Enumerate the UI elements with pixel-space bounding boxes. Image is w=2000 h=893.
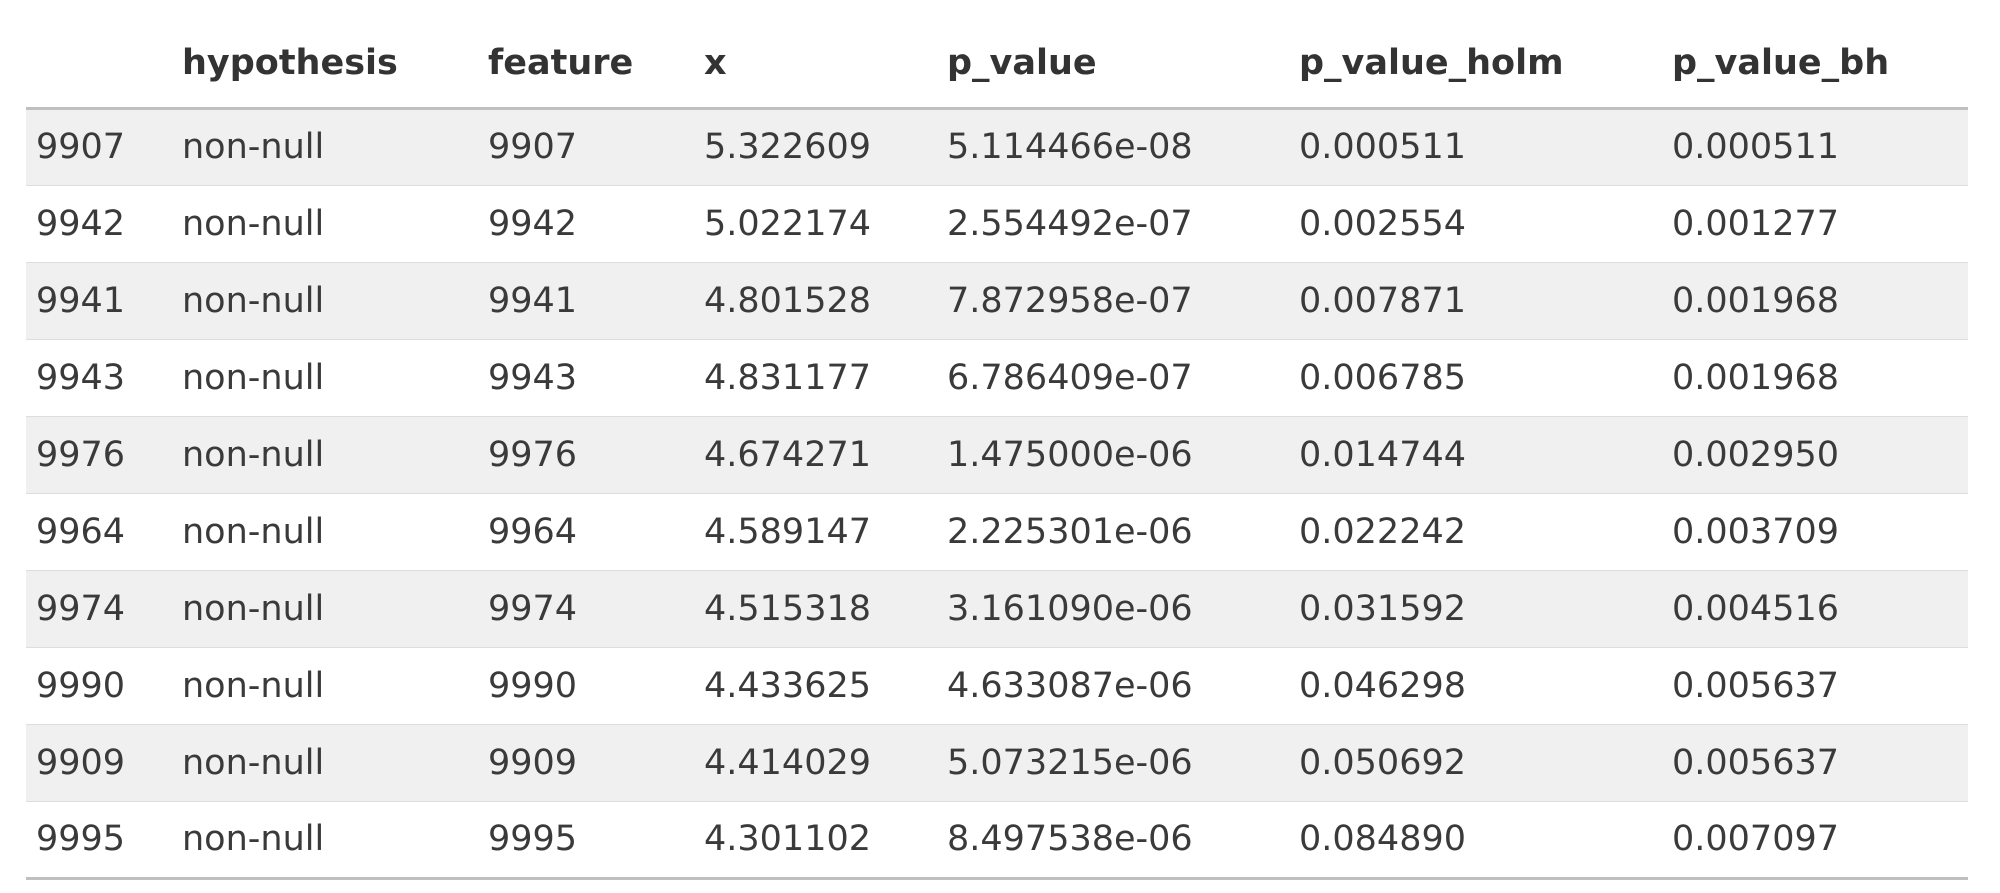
p-value-cell: 1.475000e-06 xyxy=(937,416,1289,494)
table-row: 9907 non-null 9907 5.322609 5.114466e-08 0.00… xyxy=(26,108,1968,186)
p-value-bh-cell: 0.001277 xyxy=(1662,185,1968,263)
x-cell: 4.515318 xyxy=(694,570,937,648)
table-row: 9990 non-null 9990 4.433625 4.633087e-06 0.04… xyxy=(26,647,1968,725)
row-index-cell: 9942 xyxy=(26,185,172,263)
p-value-bh-cell: 0.003709 xyxy=(1662,493,1968,571)
p-value-holm-cell: 0.084890 xyxy=(1289,801,1662,880)
x-cell: 5.322609 xyxy=(694,108,937,186)
hypothesis-cell: non-null xyxy=(172,801,478,880)
p-value-holm-cell: 0.007871 xyxy=(1289,262,1662,340)
row-index-cell: 9964 xyxy=(26,493,172,571)
feature-cell: 9974 xyxy=(478,570,694,648)
header-x: x xyxy=(694,20,937,110)
x-cell: 4.589147 xyxy=(694,493,937,571)
p-value-holm-cell: 0.006785 xyxy=(1289,339,1662,417)
feature-cell: 9990 xyxy=(478,647,694,725)
table-row: 9941 non-null 9941 4.801528 7.872958e-07 0.00… xyxy=(26,262,1968,340)
header-p-value-bh: p_value_bh xyxy=(1662,20,1968,110)
hypothesis-cell: non-null xyxy=(172,339,478,417)
x-cell: 4.831177 xyxy=(694,339,937,417)
p-value-cell: 7.872958e-07 xyxy=(937,262,1289,340)
x-cell: 4.433625 xyxy=(694,647,937,725)
p-value-cell: 2.225301e-06 xyxy=(937,493,1289,571)
row-index-cell: 9976 xyxy=(26,416,172,494)
p-value-bh-cell: 0.001968 xyxy=(1662,262,1968,340)
feature-cell: 9943 xyxy=(478,339,694,417)
p-value-cell: 5.114466e-08 xyxy=(937,108,1289,186)
row-index-cell: 9907 xyxy=(26,108,172,186)
hypothesis-cell: non-null xyxy=(172,724,478,802)
table-row: 9943 non-null 9943 4.831177 6.786409e-07 0.00… xyxy=(26,339,1968,417)
p-value-cell: 2.554492e-07 xyxy=(937,185,1289,263)
p-value-holm-cell: 0.046298 xyxy=(1289,647,1662,725)
row-index-cell: 9909 xyxy=(26,724,172,802)
p-value-bh-cell: 0.007097 xyxy=(1662,801,1968,880)
feature-cell: 9942 xyxy=(478,185,694,263)
x-cell: 4.674271 xyxy=(694,416,937,494)
table-body: 9907 non-null 9907 5.322609 5.114466e-08 0.00… xyxy=(26,108,1968,880)
header-feature: feature xyxy=(478,20,694,110)
p-value-bh-cell: 0.001968 xyxy=(1662,339,1968,417)
feature-cell: 9976 xyxy=(478,416,694,494)
row-index-cell: 9995 xyxy=(26,801,172,880)
p-value-holm-cell: 0.031592 xyxy=(1289,570,1662,648)
p-value-holm-cell: 0.002554 xyxy=(1289,185,1662,263)
hypothesis-cell: non-null xyxy=(172,647,478,725)
hypothesis-cell: non-null xyxy=(172,416,478,494)
x-cell: 4.301102 xyxy=(694,801,937,880)
p-value-cell: 4.633087e-06 xyxy=(937,647,1289,725)
table-row: 9974 non-null 9974 4.515318 3.161090e-06 0.03… xyxy=(26,570,1968,648)
p-value-holm-cell: 0.050692 xyxy=(1289,724,1662,802)
feature-cell: 9907 xyxy=(478,108,694,186)
row-index-cell: 9990 xyxy=(26,647,172,725)
p-value-holm-cell: 0.014744 xyxy=(1289,416,1662,494)
table-row: 9909 non-null 9909 4.414029 5.073215e-06 0.05… xyxy=(26,724,1968,802)
p-value-cell: 6.786409e-07 xyxy=(937,339,1289,417)
hypothesis-cell: non-null xyxy=(172,493,478,571)
feature-cell: 9909 xyxy=(478,724,694,802)
header-p-value: p_value xyxy=(937,20,1289,110)
hypothesis-cell: non-null xyxy=(172,185,478,263)
header-hypothesis: hypothesis xyxy=(172,20,478,110)
p-value-holm-cell: 0.000511 xyxy=(1289,108,1662,186)
p-value-holm-cell: 0.022242 xyxy=(1289,493,1662,571)
x-cell: 4.414029 xyxy=(694,724,937,802)
dataframe-container: hypothesis feature x p_value p_value_hol… xyxy=(26,20,1968,880)
dataframe-table: hypothesis feature x p_value p_value_hol… xyxy=(26,20,1968,880)
feature-cell: 9995 xyxy=(478,801,694,880)
hypothesis-cell: non-null xyxy=(172,570,478,648)
table-header: hypothesis feature x p_value p_value_hol… xyxy=(26,20,1968,110)
p-value-bh-cell: 0.005637 xyxy=(1662,647,1968,725)
table-row: 9942 non-null 9942 5.022174 2.554492e-07 0.00… xyxy=(26,185,1968,263)
table-row: 9976 non-null 9976 4.674271 1.475000e-06 0.01… xyxy=(26,416,1968,494)
table-row: 9964 non-null 9964 4.589147 2.225301e-06 0.02… xyxy=(26,493,1968,571)
header-index xyxy=(26,20,172,110)
p-value-cell: 8.497538e-06 xyxy=(937,801,1289,880)
p-value-bh-cell: 0.004516 xyxy=(1662,570,1968,648)
p-value-cell: 5.073215e-06 xyxy=(937,724,1289,802)
row-index-cell: 9943 xyxy=(26,339,172,417)
feature-cell: 9964 xyxy=(478,493,694,571)
p-value-bh-cell: 0.000511 xyxy=(1662,108,1968,186)
header-row: hypothesis feature x p_value p_value_hol… xyxy=(26,20,1968,110)
hypothesis-cell: non-null xyxy=(172,108,478,186)
p-value-bh-cell: 0.002950 xyxy=(1662,416,1968,494)
x-cell: 5.022174 xyxy=(694,185,937,263)
p-value-cell: 3.161090e-06 xyxy=(937,570,1289,648)
p-value-bh-cell: 0.005637 xyxy=(1662,724,1968,802)
x-cell: 4.801528 xyxy=(694,262,937,340)
feature-cell: 9941 xyxy=(478,262,694,340)
row-index-cell: 9941 xyxy=(26,262,172,340)
header-p-value-holm: p_value_holm xyxy=(1289,20,1662,110)
row-index-cell: 9974 xyxy=(26,570,172,648)
table-row: 9995 non-null 9995 4.301102 8.497538e-06 0.08… xyxy=(26,801,1968,880)
hypothesis-cell: non-null xyxy=(172,262,478,340)
